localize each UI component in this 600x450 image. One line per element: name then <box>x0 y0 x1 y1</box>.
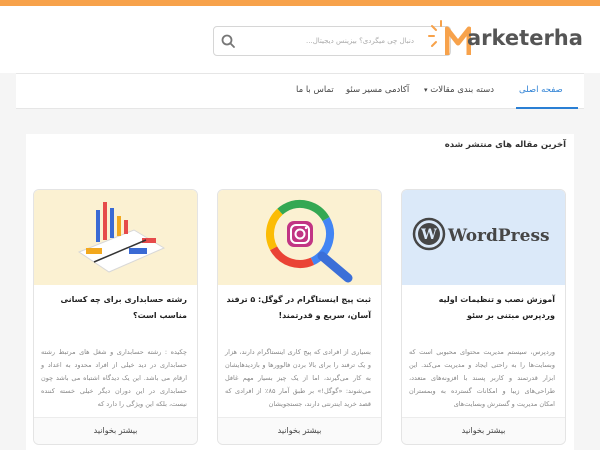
card-excerpt: بسیاری از افرادی که پیج کاری اینستاگرام … <box>225 348 371 408</box>
article-card[interactable]: W WordPress آموزش نصب و تنظیمات اولیه ور… <box>401 189 566 445</box>
site-header: دنبال چی میگردی؟ بیزینس دیجیتال... arket… <box>0 6 600 73</box>
section-title: آخرین مقاله های منتشر شده <box>444 140 566 150</box>
nav-active-underline <box>516 107 578 109</box>
read-more-button[interactable]: بیشتر بخوانید <box>402 417 565 444</box>
card-title[interactable]: رشته حسابداری برای چه کسانی مناسب است؟ <box>41 292 187 324</box>
instagram-google-thumbnail[interactable] <box>218 190 381 285</box>
nav-categories[interactable]: دسته بندی مقالات ▾ <box>424 74 494 106</box>
article-card[interactable]: رشته حسابداری برای چه کسانی مناسب است؟ چ… <box>33 189 198 445</box>
article-card[interactable]: ثبت پیج اینستاگرام در گوگل: ۵ ترفند آسان… <box>217 189 382 445</box>
card-title[interactable]: ثبت پیج اینستاگرام در گوگل: ۵ ترفند آسان… <box>225 292 371 324</box>
nav-academy[interactable]: آکادمی مسیر سئو <box>346 74 409 106</box>
nav-categories-label: دسته بندی مقالات <box>430 85 494 95</box>
read-more-button[interactable]: بیشتر بخوانید <box>34 417 197 444</box>
accounting-thumbnail[interactable] <box>34 190 197 285</box>
card-excerpt: وردپرس، سیستم مدیریت محتوای محبوبی است ک… <box>409 348 555 408</box>
svg-text:W: W <box>420 227 437 243</box>
card-excerpt: چکیده : رشته حسابداری و شغل های مرتبط رش… <box>41 348 187 408</box>
read-more-button[interactable]: بیشتر بخوانید <box>218 417 381 444</box>
chevron-down-icon: ▾ <box>424 86 428 94</box>
nav-home[interactable]: صفحه اصلی <box>519 74 563 106</box>
wordpress-logo-text: WordPress <box>447 226 550 246</box>
logo-text: arketerha <box>467 26 583 50</box>
search-input[interactable]: دنبال چی میگردی؟ بیزینس دیجیتال... <box>306 27 414 55</box>
site-logo[interactable]: arketerha <box>427 14 597 64</box>
search-icon[interactable] <box>220 33 236 49</box>
card-title[interactable]: آموزش نصب و تنظیمات اولیه وردپرس مبتنی ب… <box>409 292 555 324</box>
wordpress-thumbnail[interactable]: W WordPress <box>402 190 565 285</box>
search-box[interactable]: دنبال چی میگردی؟ بیزینس دیجیتال... <box>213 26 451 56</box>
nav-contact[interactable]: تماس با ما <box>296 74 334 106</box>
main-navigation: صفحه اصلی دسته بندی مقالات ▾ آکادمی مسیر… <box>16 73 584 109</box>
